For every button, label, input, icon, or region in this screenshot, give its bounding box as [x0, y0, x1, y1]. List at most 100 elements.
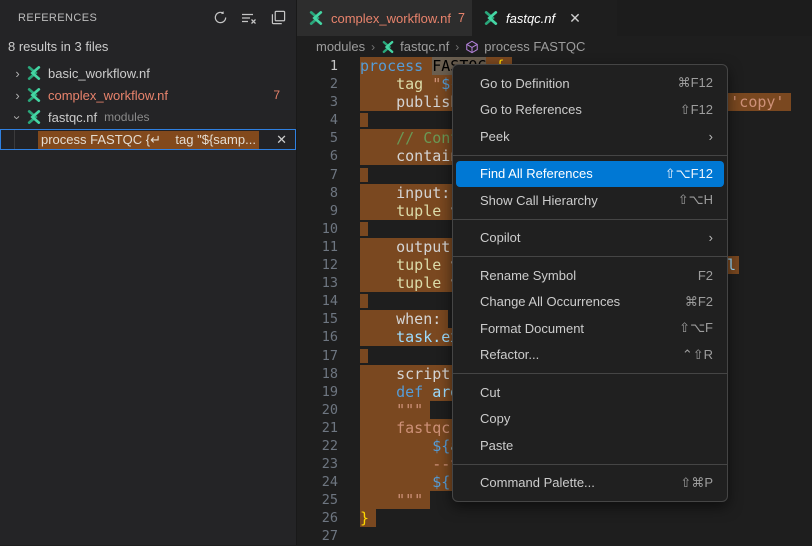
- panel-title: REFERENCES: [18, 12, 210, 24]
- menu-item-shortcut: ⌃⇧R: [682, 347, 713, 363]
- file-label: fastqc.nf: [48, 110, 97, 125]
- reference-result-item[interactable]: process FASTQC {↵ tag "${samp... ✕: [0, 129, 296, 150]
- tab-fastqc[interactable]: fastqc.nf ✕: [472, 0, 617, 36]
- menu-item-copilot[interactable]: Copilot ›: [453, 225, 727, 252]
- file-row-complex_workflow-nf[interactable]: › complex_workflow.nf 7: [0, 84, 296, 106]
- line-number: 16: [297, 328, 360, 346]
- menu-item-shortcut: ⌘F12: [678, 75, 713, 91]
- chevron-right-icon[interactable]: ›: [9, 66, 26, 81]
- menu-separator: [453, 256, 727, 257]
- menu-item-label: Go to References: [480, 102, 660, 117]
- line-number: 7: [297, 166, 360, 184]
- menu-item-label: Peek: [480, 129, 689, 144]
- menu-item-rename-symbol[interactable]: Rename Symbol F2: [453, 262, 727, 289]
- menu-item-label: Find All References: [480, 166, 645, 181]
- chevron-down-icon[interactable]: ›: [10, 109, 25, 126]
- tab-bar: complex_workflow.nf 7 fastqc.nf ✕: [297, 0, 812, 36]
- panel-toolbar: [210, 8, 288, 28]
- refresh-icon[interactable]: [210, 8, 230, 28]
- submenu-arrow-icon: ›: [709, 230, 713, 245]
- nextflow-file-icon: [308, 10, 324, 26]
- line-number: 11: [297, 238, 360, 256]
- menu-item-label: Copy: [480, 411, 713, 426]
- file-description: modules: [104, 110, 149, 124]
- file-row-fastqc-nf[interactable]: › fastqc.nf modules: [0, 106, 296, 128]
- menu-item-peek[interactable]: Peek ›: [453, 123, 727, 150]
- line-content: [360, 527, 812, 545]
- menu-item-label: Rename Symbol: [480, 268, 678, 283]
- tab-problem-badge: 7: [458, 11, 465, 25]
- menu-item-shortcut: F2: [698, 268, 713, 283]
- breadcrumb-item-file[interactable]: fastqc.nf: [381, 39, 449, 54]
- breadcrumb-item-symbol[interactable]: process FASTQC: [465, 39, 585, 54]
- line-number: 2: [297, 75, 360, 93]
- line-number: 1: [297, 57, 360, 75]
- menu-separator: [453, 219, 727, 220]
- menu-item-cut[interactable]: Cut: [453, 379, 727, 406]
- menu-item-label: Refactor...: [480, 347, 662, 362]
- menu-item-copy[interactable]: Copy: [453, 406, 727, 433]
- file-label: complex_workflow.nf: [48, 88, 168, 103]
- menu-item-label: Cut: [480, 385, 713, 400]
- line-number: 8: [297, 184, 360, 202]
- line-number: 26: [297, 509, 360, 527]
- menu-item-label: Change All Occurrences: [480, 294, 665, 309]
- menu-separator: [453, 464, 727, 465]
- line-number: 15: [297, 310, 360, 328]
- line-number: 9: [297, 202, 360, 220]
- menu-item-shortcut: ⇧⌥H: [678, 192, 713, 208]
- menu-item-shortcut: ⇧⌘P: [680, 475, 713, 491]
- reference-count-badge: 7: [273, 88, 280, 102]
- line-content: }: [360, 509, 812, 527]
- menu-separator: [453, 155, 727, 156]
- editor-context-menu: Go to Definition ⌘F12 Go to References⇧F12…: [452, 64, 728, 502]
- menu-item-label: Show Call Hierarchy: [480, 193, 658, 208]
- menu-item-refactor[interactable]: Refactor... ⌃⇧R: [453, 342, 727, 369]
- line-number: 4: [297, 111, 360, 129]
- selection-newline-stub: [360, 168, 368, 182]
- line-number: 17: [297, 347, 360, 365]
- menu-separator: [453, 373, 727, 374]
- code-line-27: 27: [297, 527, 812, 545]
- breadcrumb: modules › fastqc.nf › process FASTQC: [297, 36, 812, 57]
- menu-item-label: Go to Definition: [480, 76, 658, 91]
- submenu-arrow-icon: ›: [709, 129, 713, 144]
- results-summary: 8 results in 3 files: [0, 35, 296, 62]
- tab-label: fastqc.nf: [506, 11, 555, 26]
- line-number: 18: [297, 365, 360, 383]
- tab-complex-workflow[interactable]: complex_workflow.nf 7: [297, 0, 472, 36]
- close-tab-icon[interactable]: ✕: [569, 10, 581, 27]
- vscode-window: REFERENCES 8 results in 3 files › basic_w…: [0, 0, 812, 545]
- nextflow-file-icon: [381, 40, 395, 54]
- dismiss-result-icon[interactable]: ✕: [276, 132, 287, 148]
- menu-item-command-palette[interactable]: Command Palette... ⇧⌘P: [453, 470, 727, 497]
- nextflow-file-icon: [483, 10, 499, 26]
- line-number: 14: [297, 292, 360, 310]
- menu-item-change-all-occurrences[interactable]: Change All Occurrences ⌘F2: [453, 289, 727, 316]
- references-panel: REFERENCES 8 results in 3 files › basic_w…: [0, 0, 297, 545]
- menu-item-label: Paste: [480, 438, 713, 453]
- file-label: basic_workflow.nf: [48, 66, 150, 81]
- nextflow-file-icon: [26, 109, 48, 125]
- line-number: 6: [297, 147, 360, 165]
- menu-item-go-to-definition[interactable]: Go to Definition ⌘F12: [453, 70, 727, 97]
- menu-item-label: Copilot: [480, 230, 689, 245]
- menu-item-label: Format Document: [480, 321, 659, 336]
- line-number: 19: [297, 383, 360, 401]
- menu-item-find-all-references[interactable]: Find All References ⇧⌥F12: [456, 161, 724, 188]
- menu-item-show-call-hierarchy[interactable]: Show Call Hierarchy ⇧⌥H: [453, 187, 727, 214]
- selection-newline-stub: [360, 349, 368, 363]
- clear-results-icon[interactable]: [239, 8, 259, 28]
- code-line-26: 26}: [297, 509, 812, 527]
- file-row-basic_workflow-nf[interactable]: › basic_workflow.nf: [0, 62, 296, 84]
- nextflow-file-icon: [26, 87, 48, 103]
- menu-item-shortcut: ⌘F2: [685, 294, 713, 310]
- collapse-all-icon[interactable]: [268, 8, 288, 28]
- chevron-right-icon[interactable]: ›: [9, 88, 26, 103]
- menu-item-paste[interactable]: Paste: [453, 432, 727, 459]
- menu-item-shortcut: ⇧⌥F12: [665, 166, 713, 182]
- menu-item-go-to-references[interactable]: Go to References⇧F12: [453, 97, 727, 124]
- menu-item-format-document[interactable]: Format Document⇧⌥F: [453, 315, 727, 342]
- menu-item-label: Command Palette...: [480, 475, 660, 490]
- breadcrumb-item-modules[interactable]: modules: [316, 39, 365, 54]
